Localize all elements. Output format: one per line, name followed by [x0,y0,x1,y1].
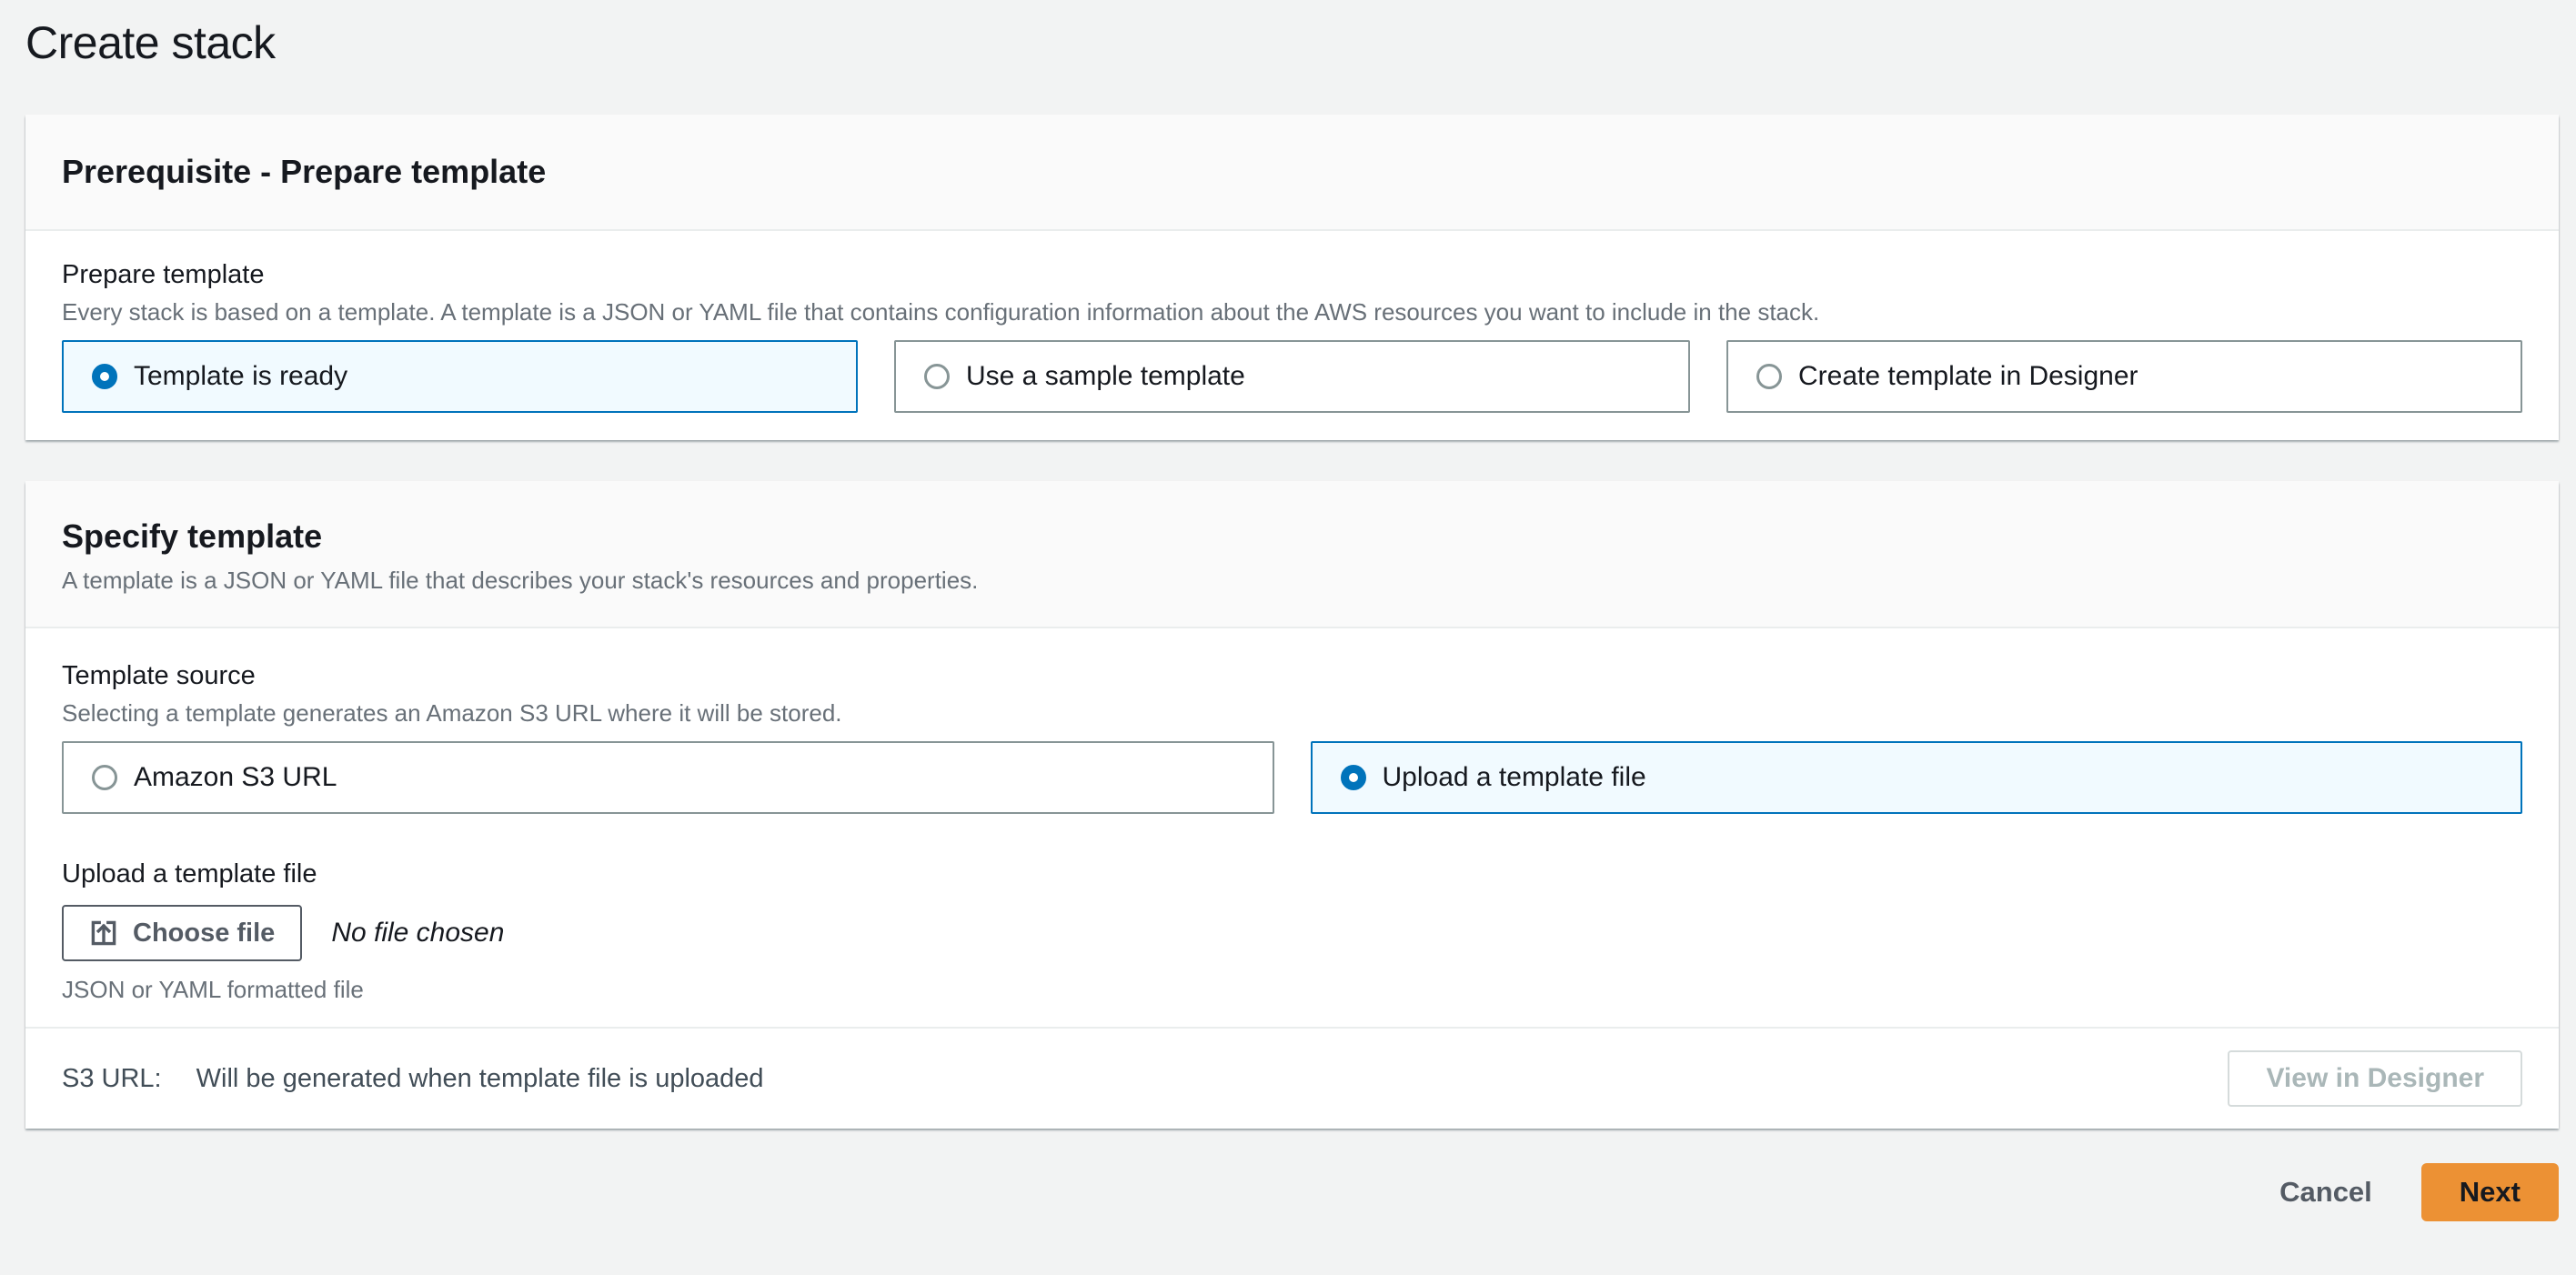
s3-url-label: S3 URL: [62,1063,162,1093]
choose-file-button[interactable]: Choose file [62,905,303,961]
upload-icon [91,920,116,946]
radio-tile-use-sample-template[interactable]: Use a sample template [894,340,1690,413]
file-constraint-text: JSON or YAML formatted file [62,976,364,1003]
specify-template-card-body: Template source Selecting a template gen… [25,628,2559,1027]
file-status-text: No file chosen [331,918,505,948]
prerequisite-card: Prerequisite - Prepare template Prepare … [25,115,2559,440]
radio-unselected-icon[interactable] [924,364,950,389]
choose-file-button-label: Choose file [133,918,276,948]
create-stack-page: Create stack Prerequisite - Prepare temp… [25,0,2559,1221]
s3-url-row: S3 URL: Will be generated when template … [62,1064,764,1094]
template-source-description: Selecting a template generates an Amazon… [62,699,842,727]
specify-template-card-description: A template is a JSON or YAML file that d… [62,567,979,594]
radio-tile-create-template-in-designer[interactable]: Create template in Designer [1726,340,2522,413]
specify-template-card-title: Specify template [62,517,323,555]
radio-tile-label: Amazon S3 URL [134,762,337,792]
radio-tile-label: Use a sample template [966,361,1245,391]
prerequisite-card-header: Prerequisite - Prepare template [25,115,2559,231]
radio-unselected-icon[interactable] [1756,364,1782,389]
prerequisite-card-title: Prerequisite - Prepare template [62,153,547,190]
template-source-label: Template source [62,661,256,690]
radio-tile-label: Template is ready [134,361,348,391]
specify-template-card-footer: S3 URL: Will be generated when template … [25,1027,2559,1129]
cancel-button[interactable]: Cancel [2279,1176,2372,1209]
prepare-template-label: Prepare template [62,260,265,289]
upload-template-file-label: Upload a template file [62,859,317,888]
prepare-template-description: Every stack is based on a template. A te… [62,298,1820,326]
template-source-options: Amazon S3 URL Upload a template file [62,741,2522,814]
radio-tile-template-is-ready[interactable]: Template is ready [62,340,858,413]
wizard-actions: Cancel Next [25,1163,2559,1221]
next-button[interactable]: Next [2420,1163,2559,1221]
file-upload-row: Choose file No file chosen [62,905,2522,961]
radio-tile-label: Upload a template file [1382,762,1646,792]
prepare-template-options: Template is ready Use a sample template … [62,340,2522,413]
radio-selected-icon[interactable] [92,364,117,389]
radio-unselected-icon[interactable] [92,765,117,790]
view-in-designer-button[interactable]: View in Designer [2228,1050,2522,1107]
radio-tile-label: Create template in Designer [1798,361,2138,391]
radio-tile-upload-template-file[interactable]: Upload a template file [1310,741,2522,814]
prerequisite-card-body: Prepare template Every stack is based on… [25,231,2559,440]
specify-template-card: Specify template A template is a JSON or… [25,481,2559,1129]
s3-url-value: Will be generated when template file is … [196,1063,764,1093]
radio-tile-amazon-s3-url[interactable]: Amazon S3 URL [62,741,1274,814]
radio-selected-icon[interactable] [1340,765,1366,790]
specify-template-card-header: Specify template A template is a JSON or… [25,481,2559,628]
page-title: Create stack [25,17,276,68]
